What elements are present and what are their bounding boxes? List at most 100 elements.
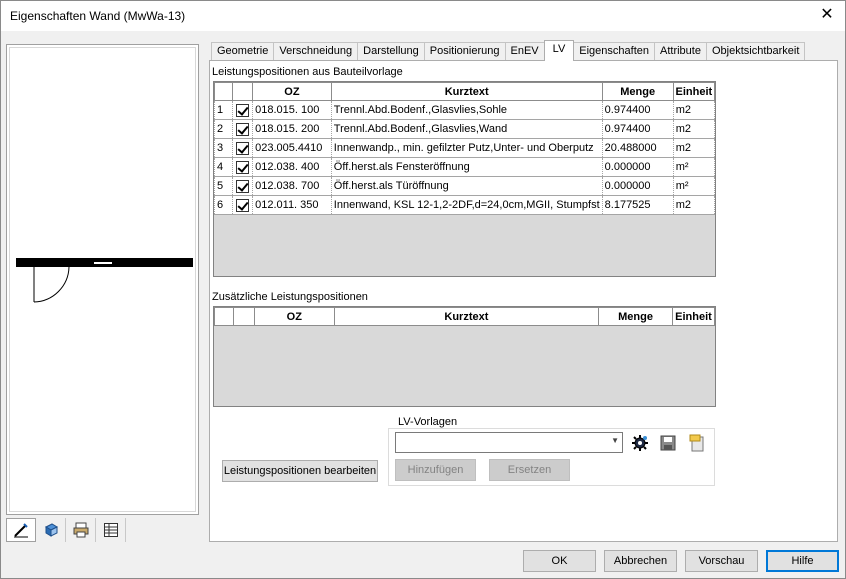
col-oz-header[interactable]: OZ: [252, 82, 332, 101]
window-title: Eigenschaften Wand (MwWa-13): [10, 9, 186, 23]
einheit-cell[interactable]: m2: [672, 138, 716, 158]
col-check-header: [231, 82, 254, 101]
oz-cell[interactable]: 018.015. 100: [252, 100, 332, 120]
checkbox-checked-icon[interactable]: [235, 198, 249, 212]
wall-marker: [93, 261, 113, 265]
new-document-icon[interactable]: [686, 432, 708, 454]
preview-button[interactable]: Vorschau: [685, 550, 758, 572]
kurztext-cell[interactable]: Öff.herst.als Türöffnung: [330, 176, 603, 196]
row-number: 2: [214, 119, 233, 139]
lv-vorlagen-dropdown[interactable]: ▼: [395, 432, 623, 453]
col-einheit-header[interactable]: Einheit: [672, 82, 716, 101]
col-menge-header[interactable]: Menge: [598, 307, 673, 326]
gear-settings-icon[interactable]: [629, 432, 651, 454]
checkbox-checked-icon[interactable]: [235, 179, 249, 193]
pen-edit-icon[interactable]: [6, 518, 36, 542]
einheit-cell[interactable]: m²: [672, 176, 716, 196]
col-kurztext-header[interactable]: Kurztext: [330, 82, 603, 101]
col-einheit-header[interactable]: Einheit: [671, 307, 716, 326]
oz-cell[interactable]: 012.038. 400: [252, 157, 332, 177]
col-check-header: [232, 307, 255, 326]
tab-geometrie[interactable]: Geometrie: [211, 42, 275, 61]
table-row[interactable]: 4 012.038. 400 Öff.herst.als Fensteröffn…: [214, 157, 716, 177]
menge-cell[interactable]: 0.000000: [601, 157, 674, 177]
oz-cell[interactable]: 018.015. 200: [252, 119, 332, 139]
add-button[interactable]: Hinzufügen: [395, 459, 476, 481]
checkbox-checked-icon[interactable]: [235, 141, 249, 155]
save-disk-icon[interactable]: [657, 432, 679, 454]
positions-table: OZ Kurztext Menge Einheit 1 018.015. 100…: [214, 82, 716, 215]
menge-cell[interactable]: 20.488000: [601, 138, 674, 158]
wall-preview-panel[interactable]: [6, 44, 199, 515]
menge-cell[interactable]: 0.974400: [601, 100, 674, 120]
einheit-cell[interactable]: m²: [672, 157, 716, 177]
replace-button[interactable]: Ersetzen: [489, 459, 570, 481]
table-row[interactable]: 5 012.038. 700 Öff.herst.als Türöffnung …: [214, 176, 716, 196]
tab-positionierung[interactable]: Positionierung: [423, 42, 506, 61]
checkbox-checked-icon[interactable]: [235, 122, 249, 136]
positions-grid[interactable]: OZ Kurztext Menge Einheit 1 018.015. 100…: [213, 81, 716, 277]
tab-enev[interactable]: EnEV: [504, 42, 545, 61]
kurztext-cell[interactable]: Innenwandp., min. gefilzter Putz,Unter- …: [330, 138, 603, 158]
row-checkbox[interactable]: [231, 176, 254, 196]
chevron-down-icon[interactable]: ▼: [611, 436, 619, 445]
menge-cell[interactable]: 0.000000: [601, 176, 674, 196]
table-view-icon[interactable]: [96, 518, 126, 542]
row-number: 3: [214, 138, 233, 158]
tab-strip: Geometrie Verschneidung Darstellung Posi…: [211, 40, 806, 61]
row-number: 1: [214, 100, 233, 120]
row-checkbox[interactable]: [231, 100, 254, 120]
help-button[interactable]: Hilfe: [766, 550, 839, 572]
table-row[interactable]: 1 018.015. 100 Trennl.Abd.Bodenf.,Glasvl…: [214, 100, 716, 120]
tab-darstellung[interactable]: Darstellung: [357, 42, 425, 61]
oz-cell[interactable]: 023.005.4410: [252, 138, 332, 158]
row-checkbox[interactable]: [231, 195, 254, 215]
col-kurztext-header[interactable]: Kurztext: [333, 307, 600, 326]
tab-lv[interactable]: LV: [543, 40, 575, 61]
checkbox-checked-icon[interactable]: [235, 160, 249, 174]
row-number: 6: [214, 195, 233, 215]
menge-cell[interactable]: 8.177525: [601, 195, 674, 215]
edit-positions-button[interactable]: Leistungspositionen bearbeiten: [222, 460, 378, 482]
additional-positions-grid[interactable]: OZ Kurztext Menge Einheit: [213, 306, 716, 407]
3d-view-icon[interactable]: [36, 518, 66, 542]
tab-attribute[interactable]: Attribute: [654, 42, 707, 61]
menge-cell[interactable]: 0.974400: [601, 119, 674, 139]
close-icon[interactable]: ✕: [817, 5, 837, 25]
lv-vorlagen-label: LV-Vorlagen: [396, 416, 460, 428]
kurztext-cell[interactable]: Innenwand, KSL 12-1,2-2DF,d=24,0cm,MGII,…: [330, 195, 603, 215]
title-bar: Eigenschaften Wand (MwWa-13) ✕: [1, 1, 845, 31]
additional-positions-table: OZ Kurztext Menge Einheit: [214, 307, 716, 326]
table-row[interactable]: 2 018.015. 200 Trennl.Abd.Bodenf.,Glasvl…: [214, 119, 716, 139]
row-number: 4: [214, 157, 233, 177]
tab-objektsichtbarkeit[interactable]: Objektsichtbarkeit: [705, 42, 806, 61]
kurztext-cell[interactable]: Öff.herst.als Fensteröffnung: [330, 157, 603, 177]
einheit-cell[interactable]: m2: [672, 195, 716, 215]
row-number: 5: [214, 176, 233, 196]
table-header-row: OZ Kurztext Menge Einheit: [214, 307, 716, 326]
row-checkbox[interactable]: [231, 119, 254, 139]
table-row[interactable]: 6 012.011. 350 Innenwand, KSL 12-1,2-2DF…: [214, 195, 716, 215]
einheit-cell[interactable]: m2: [672, 119, 716, 139]
kurztext-cell[interactable]: Trennl.Abd.Bodenf.,Glasvlies,Sohle: [330, 100, 603, 120]
row-checkbox[interactable]: [231, 157, 254, 177]
row-checkbox[interactable]: [231, 138, 254, 158]
kurztext-cell[interactable]: Trennl.Abd.Bodenf.,Glasvlies,Wand: [330, 119, 603, 139]
tab-eigenschaften[interactable]: Eigenschaften: [573, 42, 655, 61]
ok-button[interactable]: OK: [523, 550, 596, 572]
col-menge-header[interactable]: Menge: [601, 82, 674, 101]
cancel-button[interactable]: Abbrechen: [604, 550, 677, 572]
col-rownum-header: [214, 82, 233, 101]
table-header-row: OZ Kurztext Menge Einheit: [214, 82, 716, 101]
col-oz-header[interactable]: OZ: [253, 307, 335, 326]
oz-cell[interactable]: 012.011. 350: [252, 195, 332, 215]
preview-toolbar: [6, 518, 126, 542]
section-bauteilvorlage-label: Leistungspositionen aus Bauteilvorlage: [212, 66, 403, 78]
print-preview-icon[interactable]: [66, 518, 96, 542]
section-zusaetzliche-label: Zusätzliche Leistungspositionen: [212, 291, 368, 303]
checkbox-checked-icon[interactable]: [235, 103, 249, 117]
tab-verschneidung[interactable]: Verschneidung: [273, 42, 359, 61]
table-row[interactable]: 3 023.005.4410 Innenwandp., min. gefilzt…: [214, 138, 716, 158]
einheit-cell[interactable]: m2: [672, 100, 716, 120]
oz-cell[interactable]: 012.038. 700: [252, 176, 332, 196]
